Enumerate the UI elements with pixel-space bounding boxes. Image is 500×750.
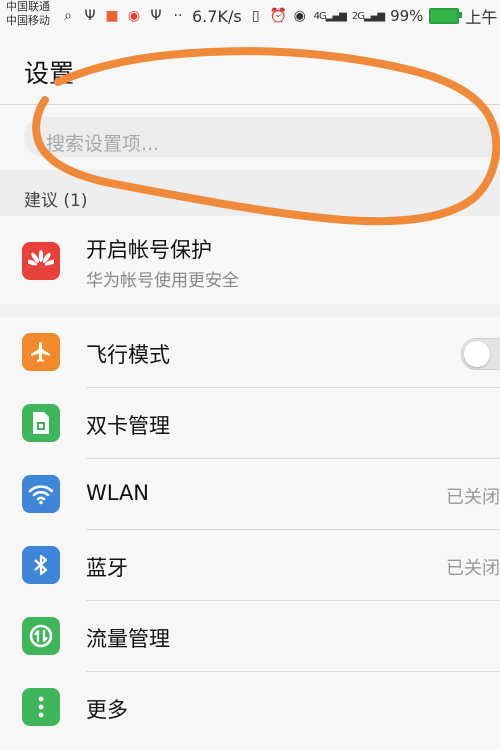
header: 设置 xyxy=(0,32,500,105)
usb-icon: Ψ xyxy=(84,8,96,24)
more-dots-icon: ·· xyxy=(173,8,183,24)
vibrate-icon: ▯ xyxy=(251,8,260,24)
search-placeholder: 搜索设置项... xyxy=(46,133,160,155)
status-bar: 中国联通 中国移动 ⌕ Ψ ■ ◉ Ψ ·· 6.7K/s ▯ ⏰ ◉ 4G▂▄… xyxy=(0,0,500,32)
section-label: 建议 (1) xyxy=(24,191,88,211)
data-usage-icon xyxy=(22,617,60,655)
search-icon: ⌕ xyxy=(64,8,72,24)
settings-item-data-usage[interactable]: 流量管理 xyxy=(0,601,500,672)
signal-2: 2G▂▄▆ xyxy=(351,10,385,22)
carrier-names: 中国联通 中国移动 xyxy=(6,0,50,28)
signal-1: 4G▂▄▆ xyxy=(313,10,347,22)
bluetooth-status: 已关闭 xyxy=(446,558,500,579)
settings-item-label: WLAN xyxy=(86,481,150,505)
settings-item-label: 更多 xyxy=(86,698,128,722)
settings-item-dual-sim[interactable]: 双卡管理 xyxy=(0,388,500,459)
page-title: 设置 xyxy=(24,59,75,88)
settings-item-label: 流量管理 xyxy=(86,627,170,651)
settings-item-bluetooth[interactable]: 蓝牙 已关闭 xyxy=(0,530,500,601)
suggestions-header: 建议 (1) xyxy=(0,170,500,216)
airplane-mode-toggle[interactable] xyxy=(461,338,500,370)
network-speed: 6.7K/s xyxy=(192,6,242,26)
battery-icon xyxy=(429,8,463,24)
huawei-logo-icon xyxy=(22,242,60,280)
wlan-status: 已关闭 xyxy=(446,487,500,508)
notification-app-icon: ■ xyxy=(105,8,119,24)
settings-item-wlan[interactable]: WLAN 已关闭 xyxy=(0,459,500,530)
sim-card-icon xyxy=(22,404,60,442)
carrier-1: 中国联通 xyxy=(6,0,50,13)
settings-item-airplane-mode[interactable]: 飞行模式 xyxy=(0,317,500,388)
settings-list: 飞行模式 双卡管理 WLAN 已关闭 蓝牙 已关闭 流量管理 更多 xyxy=(0,317,500,750)
carrier-2: 中国移动 xyxy=(6,14,50,27)
settings-item-label: 双卡管理 xyxy=(86,414,170,438)
toggle-knob xyxy=(464,341,490,367)
settings-item-label: 飞行模式 xyxy=(86,343,170,367)
suggestion-title: 开启帐号保护 xyxy=(86,238,212,262)
settings-item-more[interactable]: 更多 xyxy=(0,672,500,743)
more-icon xyxy=(22,688,60,726)
usb-icon: Ψ xyxy=(150,8,162,24)
battery-percent: 99% xyxy=(390,7,424,25)
airplane-icon xyxy=(22,333,60,371)
bluetooth-icon xyxy=(22,546,60,584)
suggestion-account-protection[interactable]: 开启帐号保护 华为帐号使用更安全 xyxy=(0,216,500,304)
alarm-icon: ⏰ xyxy=(269,8,288,24)
weibo-icon: ◉ xyxy=(127,8,141,24)
status-icons: ⌕ Ψ ■ ◉ Ψ ·· 6.7K/s ▯ ⏰ ◉ 4G▂▄▆ 2G▂▄▆ 99… xyxy=(60,4,497,28)
wifi-icon xyxy=(22,475,60,513)
eye-icon: ◉ xyxy=(293,8,306,24)
suggestion-subtitle: 华为帐号使用更安全 xyxy=(86,271,239,291)
settings-item-label: 蓝牙 xyxy=(86,556,128,580)
clock: 上午 xyxy=(465,8,498,27)
search-bar: 搜索设置项... xyxy=(0,105,500,170)
